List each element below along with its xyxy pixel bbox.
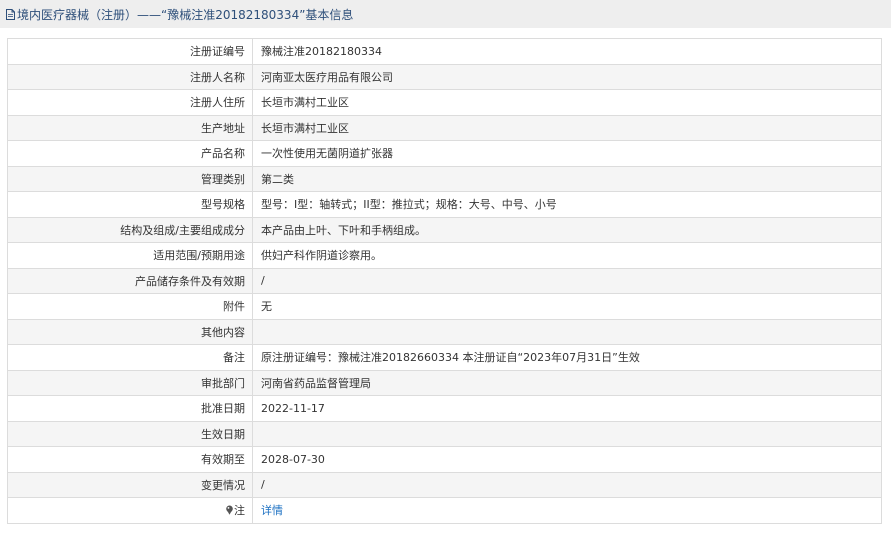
field-label: 管理类别	[7, 165, 253, 192]
table-row: 管理类别 第二类	[7, 165, 882, 192]
field-value: 河南亚太医疗用品有限公司	[252, 63, 882, 90]
field-value: 型号：I型：轴转式；II型：推拉式；规格：大号、中号、小号	[252, 191, 882, 218]
field-label: 批准日期	[7, 395, 253, 422]
field-value: 长垣市满村工业区	[252, 114, 882, 141]
field-label: 其他内容	[7, 318, 253, 345]
field-value: 无	[252, 293, 882, 320]
field-label: 注册人名称	[7, 63, 253, 90]
field-value: /	[252, 267, 882, 294]
field-label: 生产地址	[7, 114, 253, 141]
device-info-table: 注册证编号 豫械注准20182180334 注册人名称 河南亚太医疗用品有限公司…	[7, 38, 882, 524]
table-row: 适用范围/预期用途 供妇产科作阴道诊察用。	[7, 242, 882, 269]
pin-icon	[226, 505, 233, 516]
document-icon	[6, 8, 15, 20]
table-row: 注册证编号 豫械注准20182180334	[7, 38, 882, 65]
field-value: 第二类	[252, 165, 882, 192]
table-row: 生效日期	[7, 420, 882, 447]
field-value	[252, 420, 882, 447]
note-value-cell: 详情	[252, 497, 882, 524]
field-label: 结构及组成/主要组成成分	[7, 216, 253, 243]
field-value: 供妇产科作阴道诊察用。	[252, 242, 882, 269]
table-row: 批准日期 2022-11-17	[7, 395, 882, 422]
field-label: 备注	[7, 344, 253, 371]
field-value	[252, 318, 882, 345]
table-row: 变更情况 /	[7, 471, 882, 498]
table-row: 备注 原注册证编号：豫械注准20182660334 本注册证自“2023年07月…	[7, 344, 882, 371]
table-row: 注册人名称 河南亚太医疗用品有限公司	[7, 63, 882, 90]
table-row: 产品储存条件及有效期 /	[7, 267, 882, 294]
field-value: 本产品由上叶、下叶和手柄组成。	[252, 216, 882, 243]
field-value: 河南省药品监督管理局	[252, 369, 882, 396]
field-label: 变更情况	[7, 471, 253, 498]
field-label: 生效日期	[7, 420, 253, 447]
field-label: 注册人住所	[7, 89, 253, 116]
table-row: 审批部门 河南省药品监督管理局	[7, 369, 882, 396]
field-label: 适用范围/预期用途	[7, 242, 253, 269]
field-value: 2022-11-17	[252, 395, 882, 422]
table-row: 产品名称 一次性使用无菌阴道扩张器	[7, 140, 882, 167]
table-row: 附件 无	[7, 293, 882, 320]
field-label: 型号规格	[7, 191, 253, 218]
field-value: /	[252, 471, 882, 498]
field-label: 注册证编号	[7, 38, 253, 65]
table-row: 生产地址 长垣市满村工业区	[7, 114, 882, 141]
field-value: 一次性使用无菌阴道扩张器	[252, 140, 882, 167]
field-value: 豫械注准20182180334	[252, 38, 882, 65]
table-row: 有效期至 2028-07-30	[7, 446, 882, 473]
note-label: 注	[234, 504, 245, 518]
field-label: 有效期至	[7, 446, 253, 473]
field-label: 产品名称	[7, 140, 253, 167]
field-value: 长垣市满村工业区	[252, 89, 882, 116]
page-header: 境内医疗器械（注册）——“豫械注准20182180334”基本信息	[0, 0, 891, 28]
table-row: 注 详情	[7, 497, 882, 524]
field-label: 附件	[7, 293, 253, 320]
field-label: 审批部门	[7, 369, 253, 396]
table-row: 注册人住所 长垣市满村工业区	[7, 89, 882, 116]
table-row: 型号规格 型号：I型：轴转式；II型：推拉式；规格：大号、中号、小号	[7, 191, 882, 218]
details-link[interactable]: 详情	[261, 504, 283, 517]
table-row: 结构及组成/主要组成成分 本产品由上叶、下叶和手柄组成。	[7, 216, 882, 243]
page-title: 境内医疗器械（注册）——“豫械注准20182180334”基本信息	[17, 7, 354, 22]
note-label-cell: 注	[7, 497, 253, 524]
field-label: 产品储存条件及有效期	[7, 267, 253, 294]
field-value: 原注册证编号：豫械注准20182660334 本注册证自“2023年07月31日…	[252, 344, 882, 371]
table-row: 其他内容	[7, 318, 882, 345]
field-value: 2028-07-30	[252, 446, 882, 473]
